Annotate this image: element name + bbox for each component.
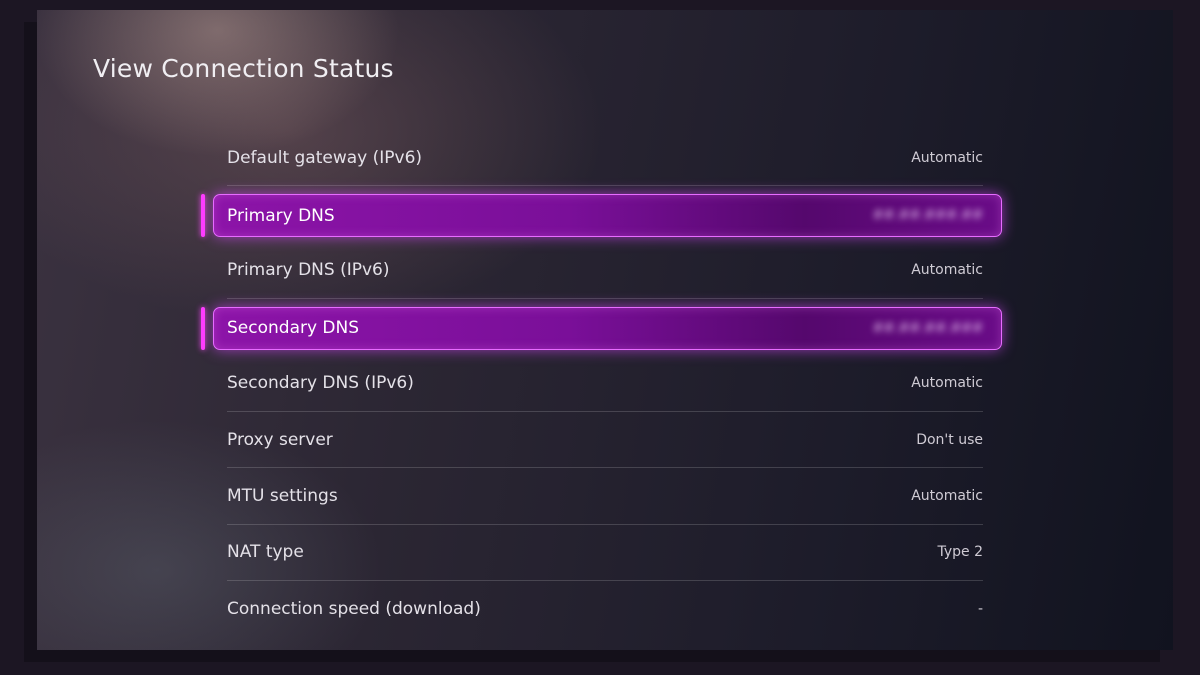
list-item-nat-type[interactable]: NAT type Type 2 bbox=[227, 525, 983, 582]
list-item-primary-dns[interactable]: Primary DNS ##.##.###.## bbox=[201, 186, 1002, 242]
list-item-secondary-dns[interactable]: Secondary DNS ##.##.##.### bbox=[201, 299, 1002, 355]
row-value: Automatic bbox=[911, 375, 983, 392]
connection-status-screen: View Connection Status Default gateway (… bbox=[37, 10, 1173, 650]
page-title: View Connection Status bbox=[93, 54, 394, 83]
row-value: - bbox=[977, 601, 983, 618]
row-label: NAT type bbox=[227, 542, 304, 563]
focus-indicator-bar bbox=[201, 194, 205, 237]
list-item-secondary-dns-ipv6[interactable]: Secondary DNS (IPv6) Automatic bbox=[227, 356, 983, 412]
row-label: Default gateway (IPv6) bbox=[227, 147, 423, 168]
row-value: Don't use bbox=[916, 431, 983, 448]
row-value-blurred: ##.##.##.### bbox=[872, 320, 983, 336]
list-item-connection-speed-download[interactable]: Connection speed (download) - bbox=[227, 581, 983, 637]
list-item-proxy-server[interactable]: Proxy server Don't use bbox=[227, 412, 983, 469]
list-item-default-gateway-ipv6[interactable]: Default gateway (IPv6) Automatic bbox=[227, 130, 983, 187]
row-value: Automatic bbox=[911, 262, 983, 279]
row-label: Proxy server bbox=[227, 429, 333, 450]
row-value: Type 2 bbox=[937, 544, 983, 561]
list-item-primary-dns-ipv6[interactable]: Primary DNS (IPv6) Automatic bbox=[227, 243, 983, 300]
row-label: MTU settings bbox=[227, 486, 338, 507]
list-item-mtu-settings[interactable]: MTU settings Automatic bbox=[227, 468, 983, 525]
row-label: Primary DNS (IPv6) bbox=[227, 260, 390, 281]
connection-status-list: Default gateway (IPv6) Automatic Primary… bbox=[201, 130, 1002, 638]
focus-indicator-bar bbox=[201, 307, 205, 350]
row-label: Secondary DNS (IPv6) bbox=[227, 373, 414, 394]
row-label: Primary DNS bbox=[227, 205, 335, 226]
row-label: Secondary DNS bbox=[227, 318, 360, 339]
row-value: Automatic bbox=[911, 149, 983, 166]
row-value-blurred: ##.##.###.## bbox=[872, 208, 983, 224]
row-label: Connection speed (download) bbox=[227, 599, 481, 620]
row-value: Automatic bbox=[911, 488, 983, 505]
